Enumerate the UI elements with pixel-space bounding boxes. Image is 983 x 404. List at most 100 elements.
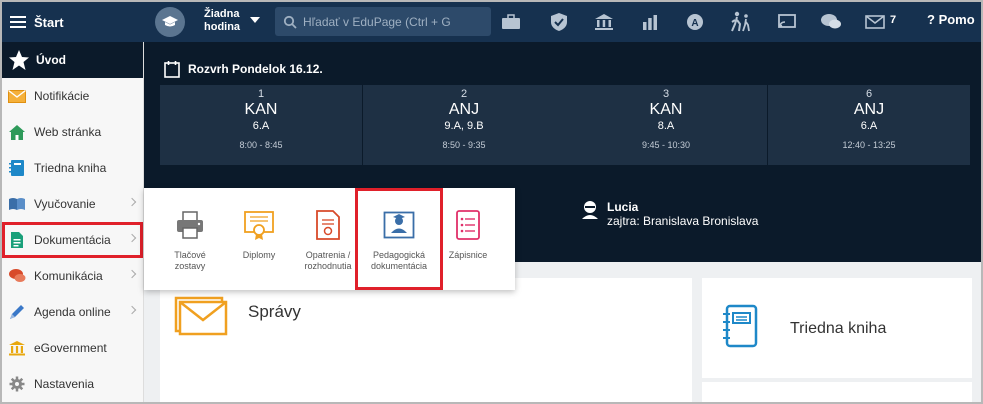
house-icon — [8, 123, 26, 141]
decision-icon — [311, 208, 345, 242]
lesson-card[interactable]: 6 ANJ 6.A 12:40 - 13:25 — [768, 85, 970, 165]
lesson-time: 9:45 - 10:30 — [641, 140, 691, 150]
sidebar-item-documentation[interactable]: Dokumentácia — [2, 222, 143, 258]
gear-icon — [8, 375, 26, 393]
chevron-right-icon — [127, 269, 137, 279]
sidebar: Úvod Notifikácie Web stránka Triedna kni… — [2, 42, 144, 402]
hour-line1: Žiadna — [204, 8, 240, 20]
current-hour-selector[interactable]: Žiadna hodina — [204, 8, 252, 34]
lesson-class: 8.A — [657, 120, 675, 132]
timetable-title[interactable]: Rozvrh Pondelok 16.12. — [164, 60, 323, 78]
briefcase-icon[interactable] — [499, 10, 523, 34]
sidebar-item-label: Triedna kniha — [34, 161, 107, 175]
shield-icon[interactable] — [547, 10, 571, 34]
chevron-right-icon — [127, 305, 137, 315]
sidebar-item-egovernment[interactable]: eGovernment — [2, 330, 143, 366]
documentation-submenu: Tlačové zostavy Diplomy Opatrenia / rozh… — [144, 188, 515, 290]
submenu-item-decisions[interactable]: Opatrenia / rozhodnutia — [296, 188, 360, 290]
submenu-item-label: Diplomy — [242, 250, 276, 260]
walking-people-icon[interactable] — [729, 10, 753, 34]
lesson-card[interactable]: 3 KAN 8.A 9:45 - 10:30 — [565, 85, 767, 165]
submenu-item-label: Pedagogická — [372, 250, 426, 260]
top-bar: Štart Žiadna hodina A — [2, 2, 981, 42]
grades-icon[interactable]: A — [683, 10, 707, 34]
lesson-time: 12:40 - 13:25 — [842, 140, 896, 150]
lesson-time: 8:50 - 9:35 — [442, 140, 486, 150]
lesson-subject: ANJ — [853, 101, 885, 118]
lesson-card[interactable]: 2 ANJ 9.A, 9.B 8:50 - 9:35 — [363, 85, 565, 165]
sidebar-item-label: Nastavenia — [34, 377, 95, 391]
pen-icon — [8, 303, 26, 321]
sidebar-item-website[interactable]: Web stránka — [2, 114, 143, 150]
help-label: Pomo — [938, 12, 975, 27]
sidebar-item-label: Dokumentácia — [34, 233, 111, 247]
start-menu-button[interactable]: Štart — [2, 2, 144, 42]
next-card[interactable] — [702, 382, 972, 402]
bank-icon[interactable] — [592, 10, 616, 34]
sidebar-item-communication[interactable]: Komunikácia — [2, 258, 143, 294]
sidebar-item-teaching[interactable]: Vyučovanie — [2, 186, 143, 222]
screen-share-icon[interactable] — [775, 10, 799, 34]
sidebar-item-agenda-online[interactable]: Agenda online — [2, 294, 143, 330]
svg-text:A: A — [691, 18, 698, 29]
caret-down-icon[interactable] — [250, 17, 260, 23]
chevron-right-icon — [127, 233, 137, 243]
sidebar-item-label: Web stránka — [34, 125, 102, 139]
submenu-item-label: Opatrenia / — [305, 250, 351, 260]
submenu-item-minutes[interactable]: Zápisnice — [436, 188, 500, 290]
printer-icon — [173, 208, 207, 242]
sidebar-item-notifications[interactable]: Notifikácie — [2, 78, 143, 114]
substitute-name: Lucia — [607, 200, 639, 214]
envelope-icon — [8, 87, 26, 105]
search-box[interactable] — [275, 7, 491, 36]
messages-card[interactable]: Správy — [160, 278, 692, 402]
submenu-item-print-reports[interactable]: Tlačové zostavy — [158, 188, 222, 290]
lesson-subject: ANJ — [448, 101, 480, 118]
lesson-subject: KAN — [649, 101, 683, 118]
app-frame: Štart Žiadna hodina A — [0, 0, 983, 404]
sidebar-item-home[interactable]: Úvod — [2, 42, 143, 78]
timetable-title-text: Rozvrh Pondelok 16.12. — [188, 62, 323, 76]
lesson-card[interactable]: 1 KAN 6.A 8:00 - 8:45 — [160, 85, 362, 165]
chevron-right-icon — [127, 197, 137, 207]
class-register-card[interactable]: Triedna kniha — [702, 278, 972, 378]
lesson-class: 6.A — [252, 120, 270, 132]
pedagogical-doc-icon — [382, 208, 416, 242]
bar-chart-icon[interactable] — [638, 10, 662, 34]
sidebar-item-class-register[interactable]: Triedna kniha — [2, 150, 143, 186]
substitute-detail: zajtra: Branislava Bronislava — [607, 214, 759, 228]
sidebar-item-label: Vyučovanie — [34, 197, 96, 211]
class-register-card-title: Triedna kniha — [790, 320, 887, 337]
sidebar-item-label: Agenda online — [34, 305, 111, 319]
sidebar-item-settings[interactable]: Nastavenia — [2, 366, 143, 402]
notebook-icon — [723, 304, 758, 348]
help-button[interactable]: ? Pomo — [927, 12, 975, 27]
search-icon — [283, 15, 297, 29]
search-input[interactable] — [303, 14, 483, 29]
lesson-time: 8:00 - 8:45 — [239, 140, 283, 150]
hamburger-icon — [10, 16, 26, 28]
submenu-item-label-2: rozhodnutia — [304, 261, 352, 271]
sidebar-item-label: Komunikácia — [34, 269, 103, 283]
submenu-item-label: Tlačové — [174, 250, 206, 260]
envelope-icon[interactable] — [863, 10, 887, 34]
minutes-icon — [451, 208, 485, 242]
submenu-item-diplomas[interactable]: Diplomy — [227, 188, 291, 290]
lesson-class: 6.A — [860, 120, 878, 132]
chat-bubbles-icon[interactable] — [819, 10, 843, 34]
graduation-cap-icon[interactable] — [155, 7, 185, 37]
lesson-number: 6 — [865, 88, 873, 100]
start-label: Štart — [34, 14, 64, 30]
diploma-icon — [242, 208, 276, 242]
lesson-number: 2 — [460, 88, 468, 100]
submenu-item-pedagogical-documentation[interactable]: Pedagogická dokumentácia — [355, 188, 443, 290]
sidebar-home-label: Úvod — [36, 53, 66, 67]
lesson-class: 9.A, 9.B — [444, 120, 484, 132]
government-icon — [8, 339, 26, 357]
lesson-number: 1 — [257, 88, 265, 100]
document-icon — [8, 231, 26, 249]
substitution-info[interactable]: Lucia zajtra: Branislava Bronislava — [581, 200, 758, 228]
hour-line2: hodina — [204, 21, 241, 33]
calendar-icon — [164, 61, 180, 78]
submenu-item-label-2: zostavy — [174, 261, 206, 271]
